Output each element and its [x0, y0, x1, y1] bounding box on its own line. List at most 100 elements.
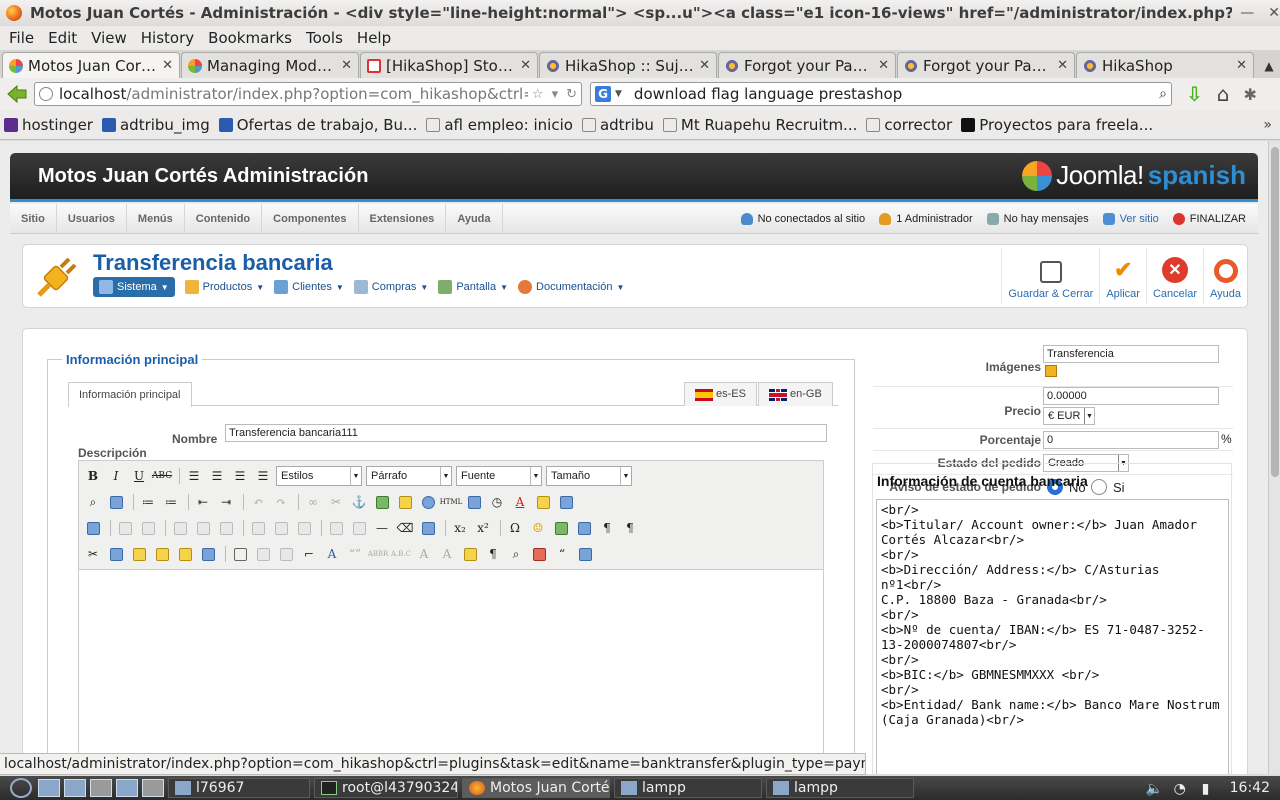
cleanup-icon[interactable] — [395, 492, 415, 512]
size-select[interactable]: Tamaño ▼ — [546, 466, 632, 486]
html-icon[interactable]: HTML — [440, 492, 463, 512]
merge-cells-icon[interactable] — [349, 518, 369, 538]
taskbar-item[interactable]: lampp — [614, 778, 762, 798]
paste-text-icon[interactable] — [152, 544, 172, 564]
remove-format-icon[interactable]: ⌫ — [395, 518, 415, 538]
link-icon[interactable]: ∞ — [303, 492, 323, 512]
menu-tools[interactable]: Tools — [301, 29, 348, 47]
currency-select[interactable]: € EUR ▼ — [1043, 407, 1095, 425]
close-tab-icon[interactable]: ✕ — [1236, 58, 1247, 73]
reload-icon[interactable]: ↻ — [566, 87, 577, 102]
emoticon-icon[interactable]: ☺ — [528, 518, 548, 538]
desktop-1-icon[interactable] — [90, 779, 112, 797]
attributes-icon[interactable] — [460, 544, 480, 564]
cut-icon[interactable]: ✂ — [83, 544, 103, 564]
text-color-icon[interactable]: A — [510, 492, 530, 512]
menu-view[interactable]: View — [86, 29, 132, 47]
close-tab-icon[interactable]: ✕ — [878, 58, 889, 73]
move-forward-icon[interactable] — [253, 544, 273, 564]
bullet-list-icon[interactable]: ≔ — [138, 492, 158, 512]
fullscreen-icon[interactable] — [556, 492, 576, 512]
bookmark-item[interactable]: Proyectos para freela... — [961, 116, 1153, 134]
abbr-icon[interactable]: ABBR — [368, 544, 389, 564]
paste-word-icon[interactable] — [175, 544, 195, 564]
menu-help[interactable]: Help — [352, 29, 396, 47]
cite-icon[interactable]: “” — [345, 544, 365, 564]
italic-button[interactable]: I — [106, 466, 126, 486]
media-icon[interactable] — [551, 518, 571, 538]
search-icon[interactable]: ⌕ — [1159, 86, 1167, 102]
submenu-pantalla[interactable]: Pantalla ▼ — [438, 280, 508, 294]
menu-edit[interactable]: Edit — [43, 29, 82, 47]
download-icon[interactable]: ⇩ — [1186, 82, 1203, 106]
show-blocks-icon[interactable]: ¶ — [483, 544, 503, 564]
desktop-3-icon[interactable] — [142, 779, 164, 797]
browser-tab[interactable]: Forgot your Passwo... ✕ — [897, 52, 1075, 78]
close-tab-icon[interactable]: ✕ — [162, 58, 173, 73]
insert-date-icon[interactable] — [464, 492, 484, 512]
underline-button[interactable]: U — [129, 466, 149, 486]
format-select[interactable]: Párrafo ▼ — [366, 466, 452, 486]
outdent-icon[interactable]: ⇤ — [193, 492, 213, 512]
page-scrollbar[interactable] — [1268, 141, 1280, 774]
col-after-icon[interactable] — [271, 518, 291, 538]
close-tab-icon[interactable]: ✕ — [520, 58, 531, 73]
menu-bookmarks[interactable]: Bookmarks — [203, 29, 297, 47]
toggle-editor-icon[interactable] — [575, 544, 595, 564]
replace-icon[interactable] — [106, 492, 126, 512]
close-tab-icon[interactable]: ✕ — [1057, 58, 1068, 73]
horizontal-rule-icon[interactable]: — — [372, 518, 392, 538]
taskbar-item[interactable]: Motos Juan Corté... — [462, 778, 610, 798]
close-window-icon[interactable]: ✕ — [1268, 5, 1280, 21]
name-input[interactable]: Transferencia bancaria111 — [225, 424, 827, 442]
start-menu-icon[interactable] — [10, 778, 32, 798]
back-button[interactable] — [6, 83, 28, 105]
align-justify-button[interactable]: ☰ — [253, 466, 273, 486]
history-dropdown-icon[interactable]: ▾ — [552, 87, 559, 102]
url-bar[interactable]: localhost /administrator/index.php?optio… — [34, 82, 582, 106]
tab-lang-en[interactable]: en-GB — [758, 382, 833, 406]
col-before-icon[interactable] — [248, 518, 268, 538]
bookmark-star-icon[interactable]: ☆ — [532, 87, 544, 102]
browser-tab[interactable]: Managing Modules... ✕ — [181, 52, 359, 78]
style-props-icon[interactable]: A — [322, 544, 342, 564]
absolute-icon[interactable] — [138, 518, 158, 538]
special-char-icon[interactable]: Ω — [505, 518, 525, 538]
desktop-2-icon[interactable] — [116, 779, 138, 797]
visual-aid-icon[interactable] — [230, 544, 250, 564]
move-backward-icon[interactable] — [276, 544, 296, 564]
bookmark-item[interactable]: adtribu_img — [101, 116, 210, 134]
preview-icon[interactable]: ⌕ — [506, 544, 526, 564]
search-input[interactable]: download flag language prestashop — [634, 85, 1159, 103]
superscript-icon[interactable]: x² — [473, 518, 493, 538]
image-icon[interactable] — [372, 492, 392, 512]
engine-dropdown-icon[interactable]: ▼ — [615, 89, 622, 99]
find-icon[interactable]: ⌕ — [83, 492, 103, 512]
insert-layer-icon[interactable] — [115, 518, 135, 538]
bold-button[interactable]: B — [83, 466, 103, 486]
template-icon[interactable] — [529, 544, 549, 564]
highlight-icon[interactable] — [533, 492, 553, 512]
minimize-icon[interactable]: — — [1240, 5, 1254, 21]
extension-icon[interactable]: ✱ — [1243, 85, 1256, 104]
taskbar-item[interactable]: root@l43790324... — [314, 778, 458, 798]
scrollbar-thumb[interactable] — [1271, 147, 1279, 477]
edit-image-icon[interactable] — [1045, 365, 1057, 377]
close-tab-icon[interactable]: ✕ — [341, 58, 352, 73]
view-site-link[interactable]: Ver sitio — [1102, 212, 1159, 225]
anchor-icon[interactable]: ⚓ — [349, 492, 369, 512]
submenu-documentacion[interactable]: Documentación ▼ — [518, 280, 624, 294]
more-bookmarks-icon[interactable]: » — [1263, 117, 1272, 133]
admin-menu-menus[interactable]: Menús — [127, 203, 185, 234]
delete-col-icon[interactable] — [294, 518, 314, 538]
bookmark-item[interactable]: adtribu — [581, 116, 654, 134]
quicklaunch-folder-icon[interactable] — [38, 779, 60, 797]
bank-info-textarea[interactable]: <br/> <b>Titular/ Account owner:</b> Jua… — [876, 499, 1229, 774]
row-after-icon[interactable] — [193, 518, 213, 538]
wifi-icon[interactable]: ◔ — [1174, 781, 1190, 797]
submenu-productos[interactable]: Productos ▼ — [184, 280, 264, 294]
table-icon[interactable] — [418, 518, 438, 538]
row-before-icon[interactable] — [170, 518, 190, 538]
apply-button[interactable]: ✔ Aplicar — [1099, 248, 1146, 304]
menu-history[interactable]: History — [136, 29, 199, 47]
